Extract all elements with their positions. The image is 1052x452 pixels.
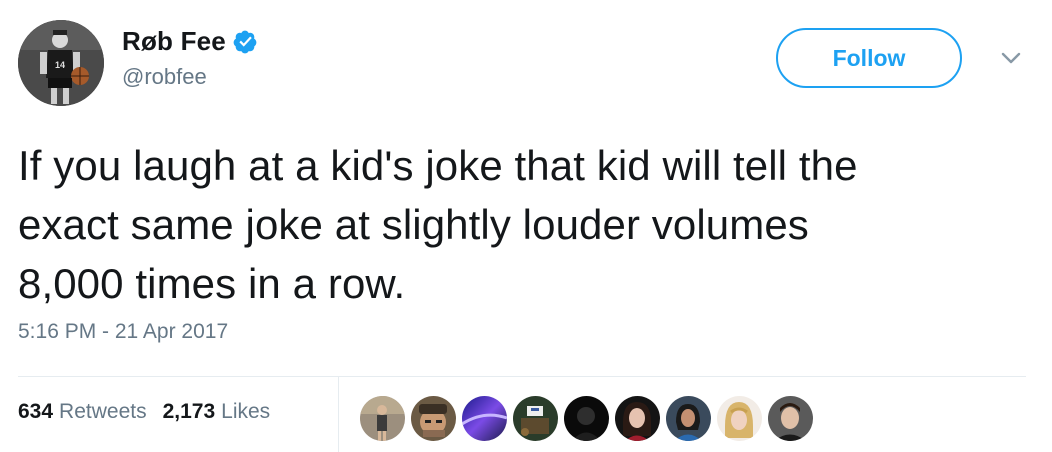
chevron-down-icon — [1001, 52, 1021, 64]
user-handle[interactable]: @robfee — [122, 64, 207, 90]
tweet-stats: 634 Retweets 2,173 Likes — [18, 400, 286, 424]
liker-avatar-2 — [411, 396, 456, 441]
liker-avatar[interactable] — [717, 396, 762, 441]
liker-avatar[interactable] — [360, 396, 405, 441]
retweets-stat[interactable]: 634 Retweets — [18, 400, 147, 424]
likes-stat[interactable]: 2,173 Likes — [163, 400, 271, 424]
tweet-text-line: exact same joke at slightly louder volum… — [18, 201, 809, 248]
follow-button[interactable]: Follow — [776, 28, 962, 88]
liker-avatar[interactable] — [411, 396, 456, 441]
liker-avatar[interactable] — [513, 396, 558, 441]
liker-avatar-1 — [360, 396, 405, 441]
likers-list — [360, 396, 813, 441]
tweet-text: If you laugh at a kid's joke that kid wi… — [18, 136, 1038, 313]
liker-avatar[interactable] — [564, 396, 609, 441]
svg-text:14: 14 — [55, 60, 65, 70]
divider — [18, 376, 1026, 377]
liker-avatar[interactable] — [768, 396, 813, 441]
tweet-timestamp[interactable]: 5:16 PM - 21 Apr 2017 — [18, 320, 228, 344]
avatar-basketball-kid-icon: 14 — [18, 20, 104, 106]
liker-avatar-7 — [666, 396, 711, 441]
name-row: Røb Fee — [122, 26, 258, 57]
liker-avatar-5 — [564, 396, 609, 441]
likes-count: 2,173 — [162, 400, 216, 423]
retweets-label: Retweets — [59, 400, 147, 423]
liker-avatar[interactable] — [462, 396, 507, 441]
display-name[interactable]: Røb Fee — [122, 26, 226, 57]
tweet-text-line: 8,000 times in a row. — [18, 260, 406, 307]
liker-avatar-6 — [615, 396, 660, 441]
likes-label: Likes — [221, 400, 271, 423]
more-options-button[interactable] — [996, 46, 1026, 70]
avatar[interactable]: 14 — [18, 20, 104, 106]
liker-avatar[interactable] — [666, 396, 711, 441]
liker-avatar[interactable] — [615, 396, 660, 441]
tweet-text-line: If you laugh at a kid's joke that kid wi… — [18, 142, 858, 189]
verified-badge-icon — [233, 30, 257, 53]
liker-avatar-4 — [513, 396, 558, 441]
stats-divider — [338, 376, 339, 452]
tweet-card: 14 Røb Fee @robfee Follow If you laugh a… — [0, 0, 1052, 452]
liker-avatar-8 — [717, 396, 762, 441]
liker-avatar-3 — [462, 396, 507, 441]
liker-avatar-9 — [768, 396, 813, 441]
retweets-count: 634 — [18, 400, 54, 423]
